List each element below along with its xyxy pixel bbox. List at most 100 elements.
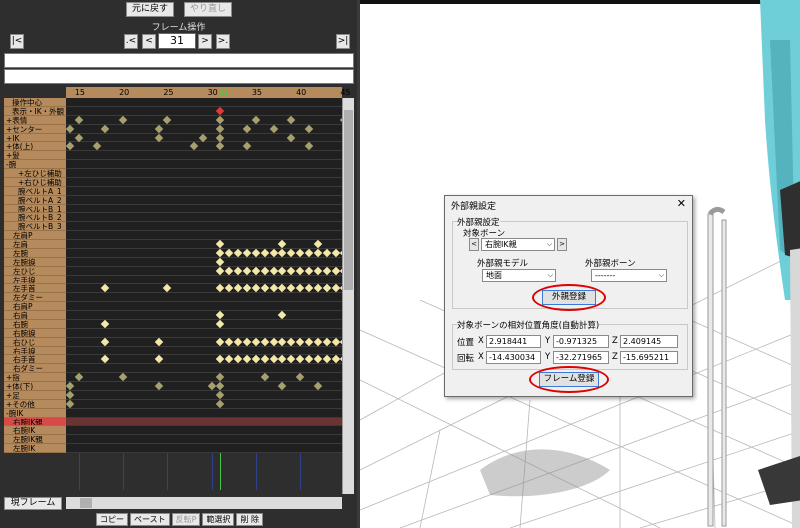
- bone-label[interactable]: 右ひじ: [4, 337, 66, 347]
- keyframe-diamond[interactable]: [304, 337, 314, 346]
- keyframe-diamond[interactable]: [216, 142, 225, 151]
- keyframe-diamond[interactable]: [154, 337, 163, 346]
- keyframe-diamond[interactable]: [216, 106, 225, 116]
- position-z-field[interactable]: 2.409145: [620, 335, 678, 348]
- keyframe-lane[interactable]: [66, 355, 349, 365]
- copy-button[interactable]: コピー: [96, 513, 128, 526]
- timeline-row[interactable]: +体(下): [0, 381, 357, 391]
- keyframe-diamond[interactable]: [65, 390, 75, 400]
- timeline-row[interactable]: 左ひじ: [0, 266, 357, 276]
- keyframe-lane[interactable]: [66, 98, 342, 107]
- timeline-row[interactable]: 腕ベルトB_2: [0, 213, 357, 223]
- timeline-row[interactable]: -腕: [0, 160, 357, 169]
- keyframe-diamond[interactable]: [189, 142, 199, 151]
- bone-label[interactable]: 右肩P: [4, 302, 66, 311]
- keyframe-lane[interactable]: [66, 133, 342, 143]
- keyframe-diamond[interactable]: [65, 381, 75, 391]
- keyframe-diamond[interactable]: [251, 248, 261, 258]
- keyframe-diamond[interactable]: [278, 310, 287, 320]
- position-x-field[interactable]: 2.918441: [486, 335, 541, 348]
- keyframe-lane[interactable]: [66, 364, 342, 374]
- keyframe-diamond[interactable]: [242, 266, 252, 275]
- timeline-horizontal-scrollbar[interactable]: [66, 497, 342, 509]
- timeline-row[interactable]: 左腕IK親: [0, 435, 357, 445]
- keyframe-diamond[interactable]: [225, 248, 234, 258]
- keyframe-diamond[interactable]: [295, 337, 305, 346]
- target-bone-select[interactable]: 右腕IK親 ⌵: [481, 238, 555, 251]
- timeline-row[interactable]: -腕IK: [0, 408, 357, 418]
- keyframe-diamond[interactable]: [118, 115, 128, 124]
- bone-label[interactable]: +指: [4, 373, 66, 382]
- keyframe-diamond[interactable]: [92, 142, 101, 151]
- timeline-row[interactable]: 操作中心: [0, 98, 357, 107]
- keyframe-diamond[interactable]: [216, 239, 225, 249]
- timeline-row[interactable]: 右腕: [0, 319, 357, 329]
- keyframe-diamond[interactable]: [233, 284, 243, 293]
- bone-label[interactable]: 右腕IK: [4, 426, 66, 436]
- close-icon[interactable]: ✕: [677, 198, 686, 209]
- timeline-row[interactable]: 右肩P: [0, 302, 357, 311]
- timeline-row[interactable]: 右肩: [0, 310, 357, 320]
- keyframe-diamond[interactable]: [154, 133, 163, 142]
- keyframe-lane[interactable]: [66, 186, 342, 196]
- keyframe-diamond[interactable]: [278, 239, 287, 249]
- keyframe-diamond[interactable]: [260, 266, 269, 275]
- bone-label[interactable]: 右腕: [4, 319, 66, 329]
- bone-label[interactable]: 右手捩: [4, 346, 66, 356]
- keyframe-diamond[interactable]: [260, 337, 269, 346]
- timeline-row[interactable]: 右手捩: [0, 346, 357, 356]
- bone-label[interactable]: 表示・IK・外観: [4, 106, 66, 116]
- keyframe-diamond[interactable]: [233, 266, 243, 275]
- keyframe-diamond[interactable]: [101, 284, 110, 293]
- bone-label[interactable]: 左腕捩: [4, 257, 66, 267]
- keyframe-diamond[interactable]: [304, 142, 314, 151]
- keyframe-diamond[interactable]: [65, 142, 75, 151]
- bone-label[interactable]: 右肩: [4, 311, 66, 320]
- keyframe-diamond[interactable]: [233, 248, 243, 258]
- keyframe-diamond[interactable]: [287, 133, 296, 142]
- next-frame-button[interactable]: >: [198, 34, 212, 49]
- keyframe-lane[interactable]: [65, 399, 342, 409]
- prev-frame-button[interactable]: <: [142, 34, 156, 49]
- keyframe-diamond[interactable]: [287, 266, 296, 275]
- bone-label[interactable]: +髪: [4, 151, 66, 161]
- timeline-row[interactable]: 腕ベルトB_3: [0, 222, 357, 232]
- keyframe-lane[interactable]: [66, 319, 342, 329]
- timeline-row[interactable]: 腕ベルトB_1: [0, 204, 357, 214]
- keyframe-diamond[interactable]: [269, 248, 278, 258]
- keyframe-diamond[interactable]: [304, 248, 314, 258]
- keyframe-diamond[interactable]: [287, 115, 296, 124]
- keyframe-diamond[interactable]: [154, 381, 163, 391]
- bone-label[interactable]: +体(上): [4, 142, 66, 152]
- keyframe-diamond[interactable]: [278, 381, 287, 391]
- keyframe-diamond[interactable]: [295, 266, 305, 275]
- last-frame-button[interactable]: >|: [336, 34, 350, 49]
- bone-label[interactable]: 腕ベルトB_2: [4, 213, 66, 223]
- keyframe-lane[interactable]: [66, 346, 342, 356]
- next-keyframe-button[interactable]: >.: [216, 34, 230, 49]
- keyframe-diamond[interactable]: [216, 115, 225, 124]
- bone-label[interactable]: 右ダミー: [4, 364, 66, 374]
- keyframe-lane[interactable]: [66, 213, 342, 223]
- timeline-row[interactable]: +体(上): [0, 142, 357, 152]
- keyframe-diamond[interactable]: [331, 355, 340, 364]
- keyframe-diamond[interactable]: [322, 284, 331, 293]
- timeline-tracks[interactable]: 操作中心 表示・IK・外観 +表情 +センター +IK +体(上) +髪 -腕 +左ひじ補助 +右…: [0, 98, 357, 453]
- keyframe-diamond[interactable]: [251, 115, 261, 124]
- keyframe-diamond[interactable]: [101, 124, 110, 133]
- position-y-field[interactable]: -0.971325: [553, 335, 609, 348]
- keyframe-diamond[interactable]: [242, 355, 252, 364]
- bone-label[interactable]: 左腕: [4, 248, 66, 258]
- keyframe-diamond[interactable]: [322, 355, 331, 364]
- timeline-row[interactable]: 左ダミー: [0, 293, 357, 303]
- keyframe-diamond[interactable]: [278, 337, 287, 346]
- keyframe-diamond[interactable]: [233, 337, 243, 346]
- keyframe-diamond[interactable]: [65, 399, 75, 408]
- keyframe-diamond[interactable]: [322, 248, 331, 258]
- prev-bone-button[interactable]: <: [469, 238, 479, 251]
- keyframe-diamond[interactable]: [304, 124, 314, 133]
- keyframe-diamond[interactable]: [295, 248, 305, 258]
- keyframe-diamond[interactable]: [322, 266, 331, 275]
- keyframe-lane[interactable]: [66, 231, 342, 240]
- bone-label[interactable]: +左ひじ補助: [4, 169, 66, 178]
